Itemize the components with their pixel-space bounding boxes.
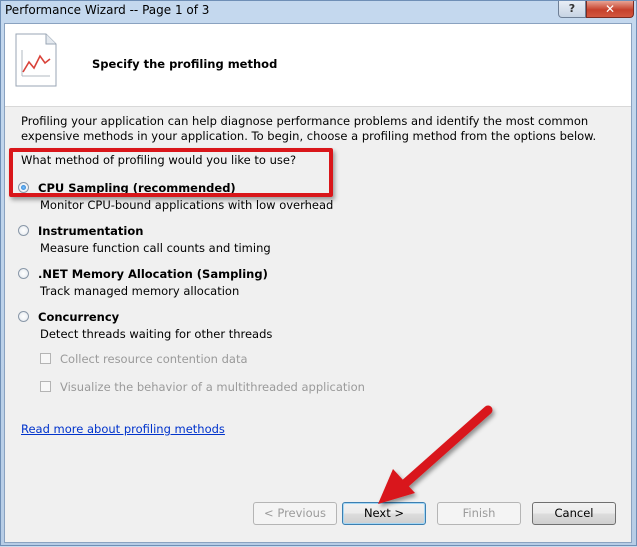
annotation-arrow: [378, 405, 493, 504]
performance-wizard-window: Performance Wizard -- Page 1 of 3 ? ✕ Sp…: [0, 0, 637, 546]
